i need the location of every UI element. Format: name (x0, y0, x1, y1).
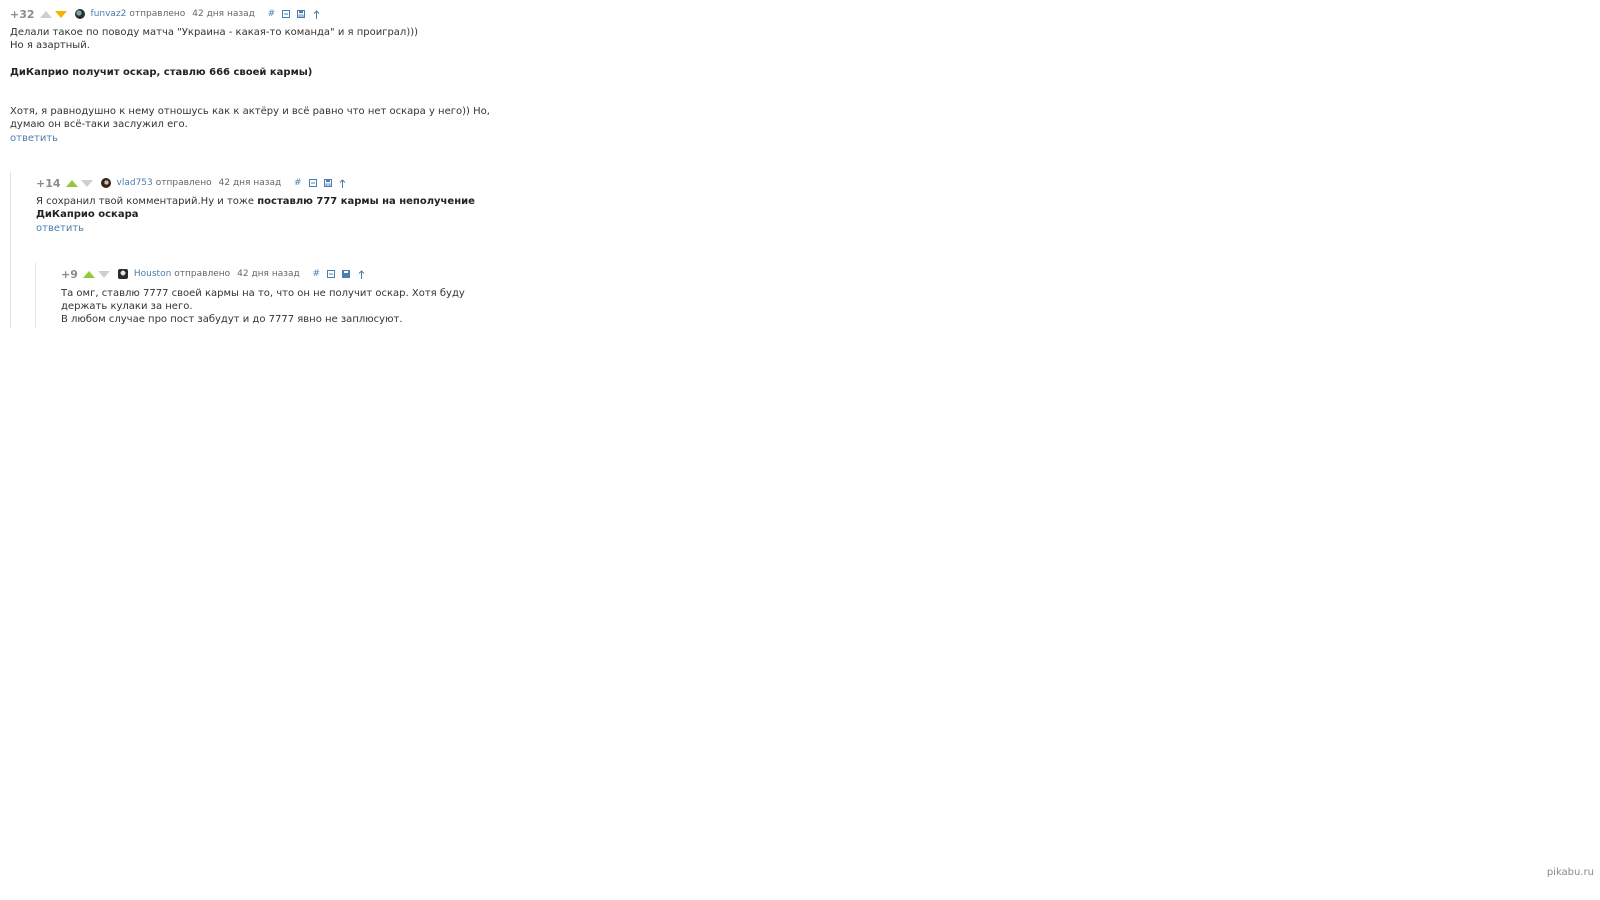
upvote-icon[interactable] (65, 179, 78, 187)
comment-bold-text: ДиКаприо получит оскар, ставлю 666 своей… (10, 67, 313, 78)
upvote-icon[interactable] (39, 10, 52, 18)
arrow-up-icon[interactable] (338, 178, 347, 188)
comment-time[interactable]: 42 дня назад (192, 9, 255, 19)
save-icon[interactable] (342, 270, 351, 278)
username-link[interactable]: funvaz2 (91, 9, 127, 19)
collapse-icon[interactable] (308, 179, 317, 187)
comment-time[interactable]: 42 дня назад (237, 269, 300, 279)
reply-link[interactable]: ответить (36, 223, 84, 234)
site-watermark: pikabu.ru (1546, 867, 1594, 878)
comment-funvaz2: +32 funvaz2 отправлено 42 дня назад # Де… (10, 7, 530, 145)
comment-header: +14 vlad753 отправлено 42 дня назад # (36, 176, 521, 190)
comment-text-paragraph: Я сохранил твой комментарий.Ну и тоже по… (36, 195, 521, 221)
user-avatar-icon[interactable] (100, 178, 111, 188)
comment-text-line: Но я азартный. (10, 40, 90, 51)
permalink-hash-icon[interactable]: # (267, 9, 276, 19)
comment-rating: +9 (61, 267, 78, 281)
sent-label: отправлено (174, 269, 231, 279)
sent-label: отправлено (155, 178, 212, 188)
permalink-hash-icon[interactable]: # (293, 178, 302, 188)
comment-text: Я сохранил твой комментарий.Ну и тоже (36, 196, 258, 207)
comment-body: Та омг, ставлю 7777 своей кармы на то, ч… (61, 287, 491, 326)
comment-time[interactable]: 42 дня назад (219, 178, 282, 188)
save-icon[interactable] (323, 179, 332, 187)
collapse-icon[interactable] (282, 10, 291, 18)
comment-body: Делали такое по поводу матча "Украина - … (10, 26, 530, 131)
collapse-icon[interactable] (327, 270, 336, 278)
user-avatar-icon[interactable] (74, 9, 85, 19)
username-link[interactable]: vlad753 (117, 178, 153, 188)
arrow-up-icon[interactable] (357, 269, 366, 279)
thread-line-level-1 (10, 172, 11, 328)
comment-header: +9 Houston отправлено 42 дня назад # (61, 267, 491, 281)
thread-line-level-2 (35, 263, 36, 328)
comment-body: Я сохранил твой комментарий.Ну и тоже по… (36, 195, 521, 221)
comment-rating: +32 (10, 7, 35, 21)
downvote-icon[interactable] (80, 179, 93, 187)
comment-rating: +14 (36, 176, 61, 190)
user-avatar-icon[interactable] (117, 269, 128, 279)
comment-header: +32 funvaz2 отправлено 42 дня назад # (10, 7, 530, 21)
comment-text-line: Хотя, я равнодушно к нему отношусь как к… (10, 106, 490, 130)
username-link[interactable]: Houston (134, 269, 171, 279)
upvote-icon[interactable] (82, 270, 95, 278)
save-icon[interactable] (297, 10, 306, 18)
downvote-icon[interactable] (54, 10, 67, 18)
comment-text-line: В любом случае про пост забудут и до 777… (61, 314, 403, 325)
permalink-hash-icon[interactable]: # (312, 269, 321, 279)
downvote-icon[interactable] (97, 270, 110, 278)
comment-vlad753: +14 vlad753 отправлено 42 дня назад # Я … (36, 176, 521, 235)
arrow-up-icon[interactable] (312, 9, 321, 19)
comment-houston: +9 Houston отправлено 42 дня назад # Та … (61, 267, 491, 326)
comment-text-line: Та омг, ставлю 7777 своей кармы на то, ч… (61, 288, 465, 312)
sent-label: отправлено (129, 9, 186, 19)
comment-text-line: Делали такое по поводу матча "Украина - … (10, 27, 419, 38)
reply-link[interactable]: ответить (10, 133, 58, 144)
